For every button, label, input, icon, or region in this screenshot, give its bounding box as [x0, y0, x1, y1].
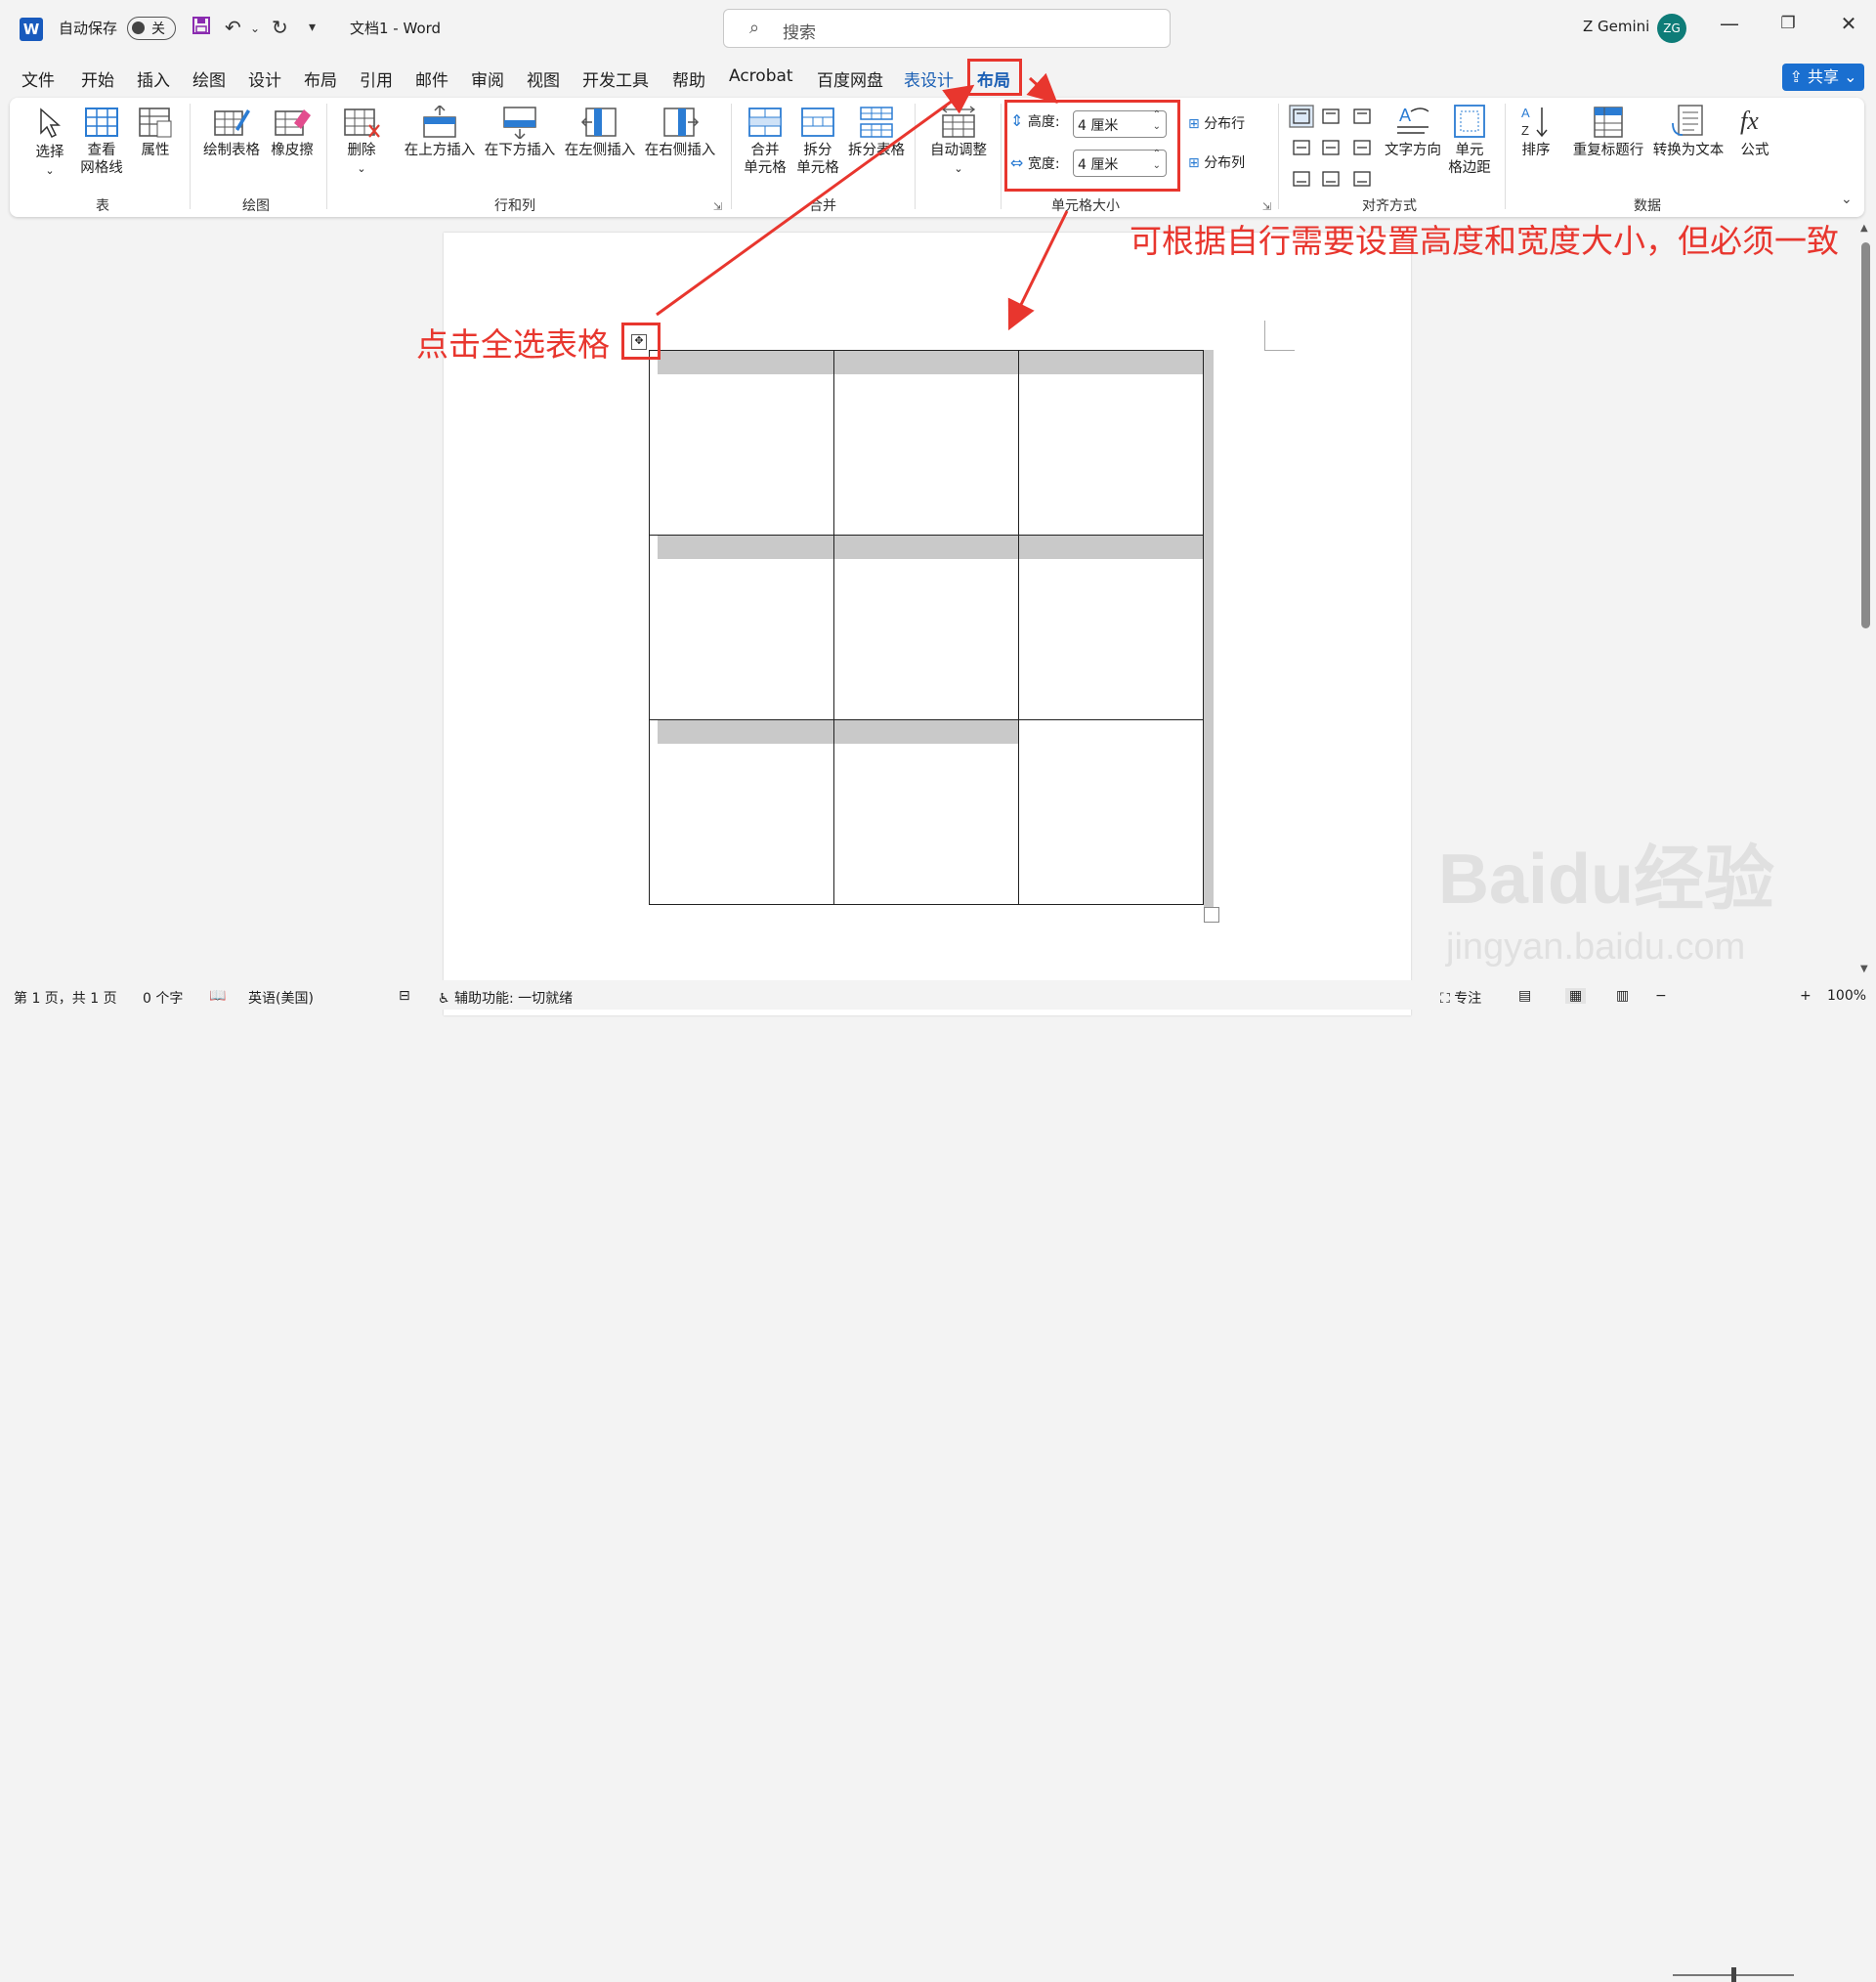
accessibility-status[interactable]: ♿ 辅助功能: 一切就绪 [438, 988, 573, 1008]
status-bar: 第 1 页，共 1 页 0 个字 📖 英语(美国) ⊟ ♿ 辅助功能: 一切就绪… [0, 980, 1876, 1982]
focus-button[interactable]: ⛶ 专注 [1440, 988, 1481, 1008]
watermark-brand: Baidu经验 [1438, 840, 1775, 919]
zoom-level[interactable]: 100% [1827, 988, 1866, 1004]
watermark-url: jingyan.baidu.com [1446, 926, 1746, 968]
zoom-slider-thumb[interactable] [1731, 1967, 1736, 1982]
zoom-out-icon[interactable]: − [1655, 988, 1667, 1004]
accessibility-icon: ♿ [438, 991, 450, 1007]
word-count[interactable]: 0 个字 [143, 988, 183, 1008]
read-mode-icon[interactable]: ▤ [1518, 988, 1531, 1004]
scroll-up-icon[interactable]: ▲ [1860, 223, 1868, 234]
language[interactable]: 英语(美国) [248, 988, 314, 1008]
focus-icon: ⛶ [1440, 991, 1450, 1007]
print-layout-icon[interactable]: ▦ [1565, 988, 1587, 1004]
web-layout-icon[interactable]: ▥ [1616, 988, 1629, 1004]
scroll-down-icon[interactable]: ▼ [1860, 964, 1868, 974]
macro-recorder-icon[interactable]: ⊟ [399, 988, 410, 1004]
scrollbar-thumb[interactable] [1861, 242, 1870, 628]
page-count[interactable]: 第 1 页，共 1 页 [14, 988, 117, 1008]
arrow-small-to-cellsize [1026, 72, 1058, 105]
proofing-icon[interactable]: 📖 [209, 988, 226, 1004]
arrow-to-layout-tab [656, 84, 975, 317]
zoom-in-icon[interactable]: + [1800, 988, 1812, 1004]
arrow-to-table [1007, 210, 1069, 331]
